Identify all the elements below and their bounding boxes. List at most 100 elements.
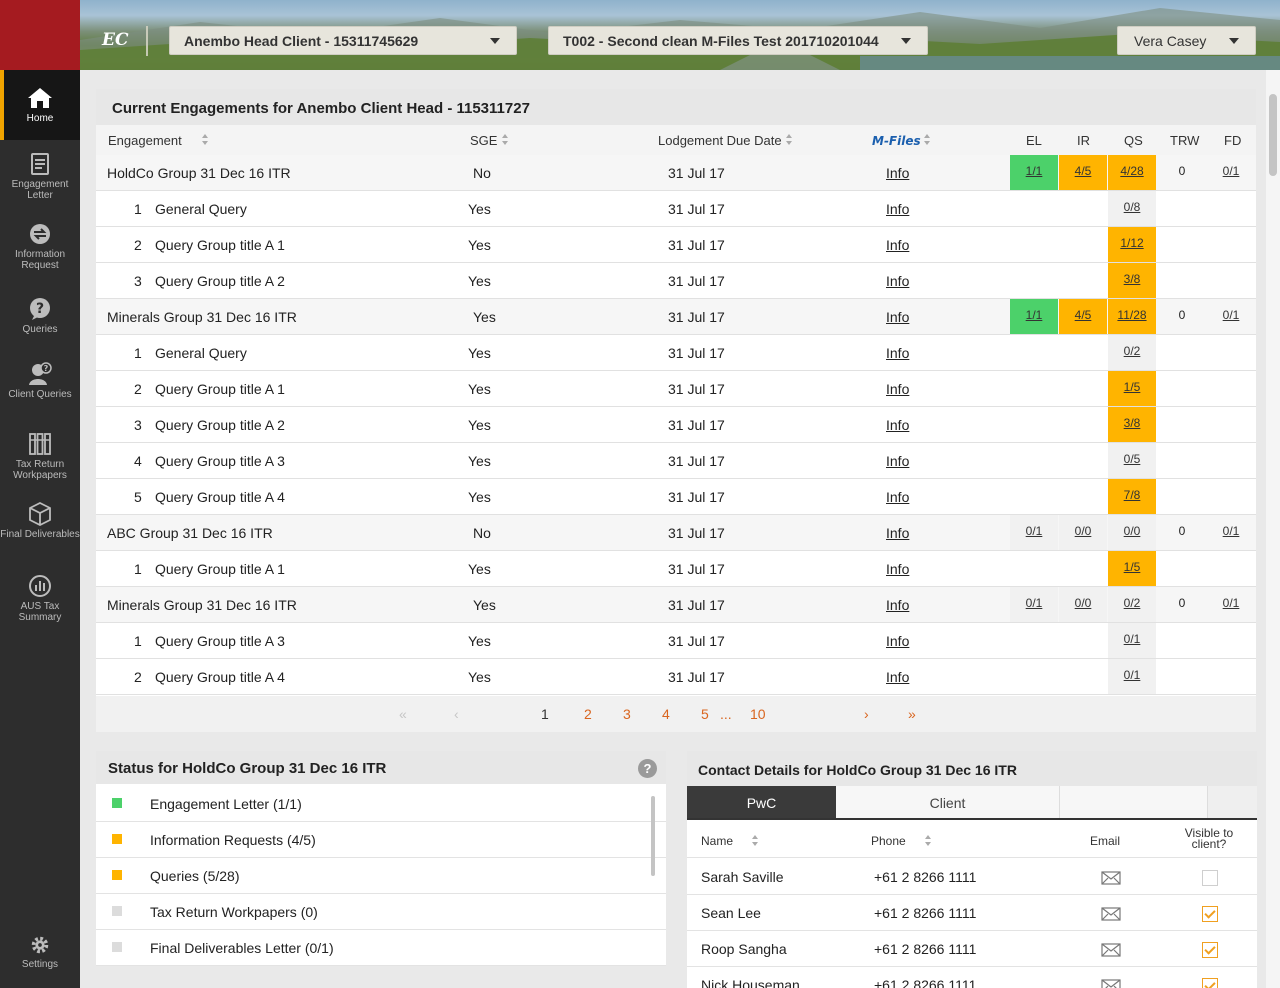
status-link-qs[interactable]: 0/1 xyxy=(1124,668,1141,682)
sort-icon[interactable] xyxy=(786,134,793,146)
visible-checkbox[interactable] xyxy=(1202,978,1218,988)
email-icon[interactable] xyxy=(1101,870,1121,889)
email-icon[interactable] xyxy=(1101,906,1121,925)
sidebar-item-engagement-letter[interactable]: Engagement Letter xyxy=(0,152,80,204)
email-icon[interactable] xyxy=(1101,942,1121,961)
status-link-fd[interactable]: 0/1 xyxy=(1223,164,1240,178)
table-row[interactable]: 2 Query Group title A 1 Yes 31 Jul 17 Info 1/… xyxy=(96,371,1256,407)
info-link[interactable]: Info xyxy=(886,273,909,289)
info-link[interactable]: Info xyxy=(886,381,909,397)
client-select[interactable]: Anembo Head Client - 15311745629 xyxy=(169,26,517,55)
info-link[interactable]: Info xyxy=(886,165,909,181)
pagination-next[interactable]: › xyxy=(864,706,869,722)
status-link-qs[interactable]: 1/5 xyxy=(1124,560,1141,574)
sidebar-item-client-queries[interactable]: ? Client Queries xyxy=(0,362,80,410)
info-link[interactable]: Info xyxy=(886,489,909,505)
pagination-first[interactable]: « xyxy=(399,706,407,722)
info-link[interactable]: Info xyxy=(886,669,909,685)
table-row[interactable]: 2 Query Group title A 1 Yes 31 Jul 17 Info 1/… xyxy=(96,227,1256,263)
status-scrollbar[interactable] xyxy=(651,796,655,876)
info-link[interactable]: Info xyxy=(886,561,909,577)
status-link-el[interactable]: 1/1 xyxy=(1026,308,1043,322)
info-link[interactable]: Info xyxy=(886,525,909,541)
status-link-qs[interactable]: 7/8 xyxy=(1124,488,1141,502)
status-link-ir[interactable]: 4/5 xyxy=(1075,164,1092,178)
status-link-qs[interactable]: 3/8 xyxy=(1124,416,1141,430)
status-link-qs[interactable]: 4/28 xyxy=(1120,164,1143,178)
status-link-ir[interactable]: 0/0 xyxy=(1075,596,1092,610)
sidebar-item-settings[interactable]: Settings xyxy=(0,934,80,974)
visible-checkbox[interactable] xyxy=(1202,870,1218,886)
visible-checkbox[interactable] xyxy=(1202,906,1218,922)
info-link[interactable]: Info xyxy=(886,309,909,325)
info-link[interactable]: Info xyxy=(886,237,909,253)
table-row[interactable]: Minerals Group 31 Dec 16 ITR Yes 31 Jul 17… xyxy=(96,299,1256,335)
sge-value: Yes xyxy=(468,633,491,649)
pagination-page-5[interactable]: 5 xyxy=(701,706,709,722)
status-link-fd[interactable]: 0/1 xyxy=(1223,524,1240,538)
sort-icon[interactable] xyxy=(202,134,209,146)
visible-checkbox[interactable] xyxy=(1202,942,1218,958)
table-row[interactable]: 1 General Query Yes 31 Jul 17 Info 0/8 xyxy=(96,191,1256,227)
table-row[interactable]: 4 Query Group title A 3 Yes 31 Jul 17 Info 0/… xyxy=(96,443,1256,479)
status-link-ir[interactable]: 0/0 xyxy=(1075,524,1092,538)
status-link-qs[interactable]: 0/1 xyxy=(1124,632,1141,646)
page-scrollbar[interactable] xyxy=(1266,70,1280,988)
pagination-last[interactable]: » xyxy=(908,706,916,722)
status-link-el[interactable]: 0/1 xyxy=(1026,596,1043,610)
pagination-page-4[interactable]: 4 xyxy=(662,706,670,722)
table-row[interactable]: 1 Query Group title A 1 Yes 31 Jul 17 Info 1/… xyxy=(96,551,1256,587)
engagement-select[interactable]: T002 - Second clean M-Files Test 2017102… xyxy=(548,26,928,55)
status-link-qs[interactable]: 0/2 xyxy=(1124,344,1141,358)
status-link-el[interactable]: 0/1 xyxy=(1026,524,1043,538)
email-icon[interactable] xyxy=(1101,978,1121,988)
table-row[interactable]: ABC Group 31 Dec 16 ITR No 31 Jul 17 Info 0/… xyxy=(96,515,1256,551)
pagination-page-2[interactable]: 2 xyxy=(584,706,592,722)
sidebar-item-aus-tax-summary[interactable]: AUS Tax Summary xyxy=(0,574,80,623)
status-link-qs[interactable]: 0/0 xyxy=(1124,524,1141,538)
table-row[interactable]: 3 Query Group title A 2 Yes 31 Jul 17 Info 3/… xyxy=(96,407,1256,443)
pagination-page-1[interactable]: 1 xyxy=(541,706,549,722)
pagination-page-10[interactable]: 10 xyxy=(750,706,766,722)
status-link-qs[interactable]: 0/2 xyxy=(1124,596,1141,610)
info-link[interactable]: Info xyxy=(886,201,909,217)
status-link-fd[interactable]: 0/1 xyxy=(1223,308,1240,322)
status-link-qs[interactable]: 0/8 xyxy=(1124,200,1141,214)
info-link[interactable]: Info xyxy=(886,597,909,613)
table-row[interactable]: Minerals Group 31 Dec 16 ITR Yes 31 Jul 17… xyxy=(96,587,1256,623)
table-row[interactable]: 5 Query Group title A 4 Yes 31 Jul 17 Info 7/… xyxy=(96,479,1256,515)
table-row[interactable]: 1 General Query Yes 31 Jul 17 Info 0/2 xyxy=(96,335,1256,371)
tab-client[interactable]: Client xyxy=(836,786,1060,818)
status-link-el[interactable]: 1/1 xyxy=(1026,164,1043,178)
table-row[interactable]: 2 Query Group title A 4 Yes 31 Jul 17 Info 0/… xyxy=(96,659,1256,695)
status-link-qs[interactable]: 11/28 xyxy=(1117,308,1146,322)
status-link-ir[interactable]: 4/5 xyxy=(1075,308,1092,322)
sort-icon[interactable] xyxy=(502,134,509,146)
sidebar-item-information-request[interactable]: Information Request xyxy=(0,222,80,274)
sidebar-item-home[interactable]: Home xyxy=(0,70,80,140)
info-link[interactable]: Info xyxy=(886,633,909,649)
status-link-qs[interactable]: 1/12 xyxy=(1120,236,1143,250)
info-link[interactable]: Info xyxy=(886,417,909,433)
status-link-qs[interactable]: 1/5 xyxy=(1124,380,1141,394)
sort-icon[interactable] xyxy=(925,835,932,847)
status-link-qs[interactable]: 0/5 xyxy=(1124,452,1141,466)
status-link-qs[interactable]: 3/8 xyxy=(1124,272,1141,286)
user-select[interactable]: Vera Casey xyxy=(1117,26,1256,55)
pagination-prev[interactable]: ‹ xyxy=(454,706,459,722)
tab-pwc[interactable]: PwC xyxy=(687,786,836,818)
table-row[interactable]: 3 Query Group title A 2 Yes 31 Jul 17 Info 3/… xyxy=(96,263,1256,299)
sidebar-item-queries[interactable]: ? Queries xyxy=(0,297,80,337)
table-row[interactable]: HoldCo Group 31 Dec 16 ITR No 31 Jul 17 Inf… xyxy=(96,155,1256,191)
sidebar-item-final-deliverables[interactable]: Final Deliverables xyxy=(0,502,80,550)
pagination-page-3[interactable]: 3 xyxy=(623,706,631,722)
info-link[interactable]: Info xyxy=(886,345,909,361)
status-link-fd[interactable]: 0/1 xyxy=(1223,596,1240,610)
info-link[interactable]: Info xyxy=(886,453,909,469)
help-icon[interactable]: ? xyxy=(638,759,657,778)
sidebar-item-tax-return-workpapers[interactable]: Tax Return Workpapers xyxy=(0,432,80,481)
table-row[interactable]: 1 Query Group title A 3 Yes 31 Jul 17 Info 0/… xyxy=(96,623,1256,659)
sort-icon[interactable] xyxy=(752,835,759,847)
scrollbar-thumb[interactable] xyxy=(1269,94,1277,176)
sort-icon[interactable] xyxy=(924,134,931,146)
